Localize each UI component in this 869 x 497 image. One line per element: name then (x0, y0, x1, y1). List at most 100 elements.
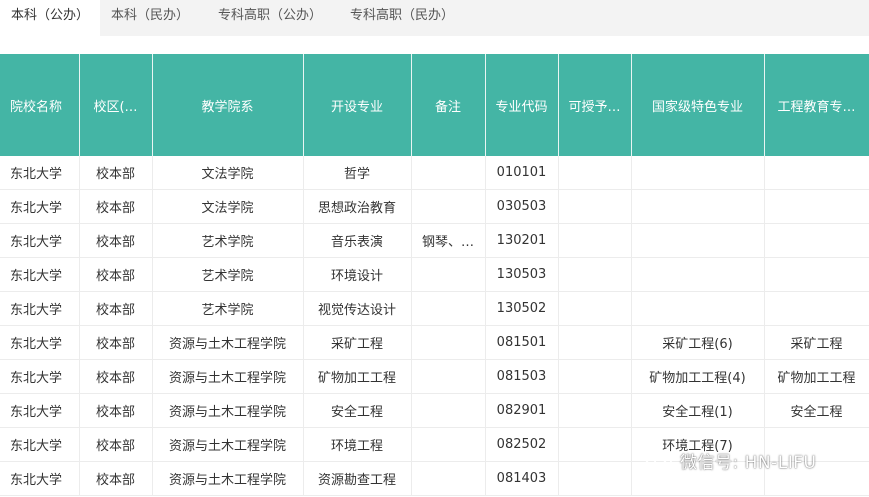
cell-major-code: 130503 (485, 257, 559, 292)
cell-major-code: 130502 (485, 291, 559, 326)
cell-engineering-cert: 矿物加工工程 (764, 359, 869, 394)
header-school[interactable]: 院校名称 (0, 54, 80, 156)
cell-major: 安全工程 (303, 393, 412, 428)
header-national-featured[interactable]: 国家级特色专业 (631, 54, 765, 156)
header-engineering-cert[interactable]: 工程教育专… (764, 54, 869, 156)
cell-remarks (411, 461, 486, 496)
cell-major-code: 082502 (485, 427, 559, 462)
cell-campus: 校本部 (79, 257, 153, 292)
table-row[interactable]: 东北大学 校本部 文法学院 哲学 010101 (0, 156, 869, 190)
cell-major: 采矿工程 (303, 325, 412, 360)
cell-degree (558, 223, 632, 258)
cell-school: 东北大学 (0, 291, 80, 326)
cell-major-code: 130201 (485, 223, 559, 258)
cell-remarks (411, 189, 486, 224)
cell-school: 东北大学 (0, 156, 80, 190)
table-row[interactable]: 东北大学 校本部 资源与土木工程学院 矿物加工工程 081503 矿物加工工程(4) 矿物加… (0, 359, 869, 394)
wechat-watermark: 微信号: HN-LIFU (644, 446, 816, 474)
table-header-row: 院校名称 校区(… 教学院系 开设专业 备注 专业代码 可授予… 国家级特色专业… (0, 54, 869, 156)
table-row[interactable]: 东北大学 校本部 资源与土木工程学院 采矿工程 081501 采矿工程(6) 采矿工程 (0, 325, 869, 360)
cell-school: 东北大学 (0, 189, 80, 224)
cell-campus: 校本部 (79, 461, 153, 496)
header-major-code[interactable]: 专业代码 (485, 54, 559, 156)
tab-undergrad-public[interactable]: 本科（公办） (0, 0, 100, 36)
cell-engineering-cert (764, 223, 869, 258)
cell-degree (558, 393, 632, 428)
cell-campus: 校本部 (79, 189, 153, 224)
cell-major-code: 030503 (485, 189, 559, 224)
cell-campus: 校本部 (79, 291, 153, 326)
cell-engineering-cert (764, 156, 869, 190)
tab-undergrad-private[interactable]: 本科（民办） (102, 0, 198, 36)
cell-school: 东北大学 (0, 359, 80, 394)
header-campus[interactable]: 校区(… (79, 54, 153, 156)
table-row[interactable]: 东北大学 校本部 艺术学院 音乐表演 钢琴、… 130201 (0, 223, 869, 258)
cell-department: 资源与土木工程学院 (152, 461, 304, 496)
cell-school: 东北大学 (0, 257, 80, 292)
cell-degree (558, 257, 632, 292)
header-degree[interactable]: 可授予… (558, 54, 632, 156)
cell-major: 思想政治教育 (303, 189, 412, 224)
cell-major: 哲学 (303, 156, 412, 190)
cell-campus: 校本部 (79, 223, 153, 258)
cell-degree (558, 156, 632, 190)
cell-major-code: 010101 (485, 156, 559, 190)
cell-degree (558, 291, 632, 326)
cell-department: 资源与土木工程学院 (152, 359, 304, 394)
cell-engineering-cert (764, 189, 869, 224)
cell-national-featured (631, 291, 765, 326)
cell-major: 视觉传达设计 (303, 291, 412, 326)
cell-national-featured (631, 223, 765, 258)
cell-engineering-cert: 安全工程 (764, 393, 869, 428)
cell-school: 东北大学 (0, 427, 80, 462)
cell-remarks: 钢琴、… (411, 223, 486, 258)
header-major[interactable]: 开设专业 (303, 54, 412, 156)
spacer (0, 36, 869, 54)
cell-major: 音乐表演 (303, 223, 412, 258)
cell-campus: 校本部 (79, 325, 153, 360)
cell-campus: 校本部 (79, 156, 153, 190)
cell-remarks (411, 359, 486, 394)
cell-national-featured: 采矿工程(6) (631, 325, 765, 360)
cell-school: 东北大学 (0, 223, 80, 258)
header-remarks[interactable]: 备注 (411, 54, 486, 156)
cell-major-code: 081501 (485, 325, 559, 360)
tab-vocational-public[interactable]: 专科高职（公办） (208, 0, 332, 36)
table-row[interactable]: 东北大学 校本部 资源与土木工程学院 安全工程 082901 安全工程(1) 安全工程 (0, 393, 869, 428)
cell-department: 文法学院 (152, 189, 304, 224)
cell-degree (558, 325, 632, 360)
cell-campus: 校本部 (79, 359, 153, 394)
cell-major: 资源勘查工程 (303, 461, 412, 496)
cell-campus: 校本部 (79, 427, 153, 462)
cell-national-featured (631, 257, 765, 292)
cell-major: 环境工程 (303, 427, 412, 462)
cell-major: 环境设计 (303, 257, 412, 292)
table-row[interactable]: 东北大学 校本部 文法学院 思想政治教育 030503 (0, 189, 869, 224)
cell-department: 资源与土木工程学院 (152, 393, 304, 428)
tab-bar: 本科（公办） 本科（民办） 专科高职（公办） 专科高职（民办） (0, 0, 869, 36)
cell-degree (558, 461, 632, 496)
tab-vocational-private[interactable]: 专科高职（民办） (340, 0, 464, 36)
cell-degree (558, 359, 632, 394)
cell-campus: 校本部 (79, 393, 153, 428)
cell-degree (558, 427, 632, 462)
cell-school: 东北大学 (0, 325, 80, 360)
cell-major-code: 082901 (485, 393, 559, 428)
cell-remarks (411, 393, 486, 428)
cell-department: 资源与土木工程学院 (152, 427, 304, 462)
table-row[interactable]: 东北大学 校本部 艺术学院 视觉传达设计 130502 (0, 291, 869, 326)
cell-department: 文法学院 (152, 156, 304, 190)
cell-national-featured: 安全工程(1) (631, 393, 765, 428)
table-row[interactable]: 东北大学 校本部 艺术学院 环境设计 130503 (0, 257, 869, 292)
cell-engineering-cert (764, 291, 869, 326)
watermark-text: 微信号: HN-LIFU (680, 452, 817, 473)
cell-national-featured (631, 156, 765, 190)
cell-remarks (411, 156, 486, 190)
cell-school: 东北大学 (0, 393, 80, 428)
cell-remarks (411, 427, 486, 462)
cell-school: 东北大学 (0, 461, 80, 496)
cell-engineering-cert: 采矿工程 (764, 325, 869, 360)
major-table: 院校名称 校区(… 教学院系 开设专业 备注 专业代码 可授予… 国家级特色专业… (0, 54, 869, 497)
cell-major-code: 081503 (485, 359, 559, 394)
header-department[interactable]: 教学院系 (152, 54, 304, 156)
